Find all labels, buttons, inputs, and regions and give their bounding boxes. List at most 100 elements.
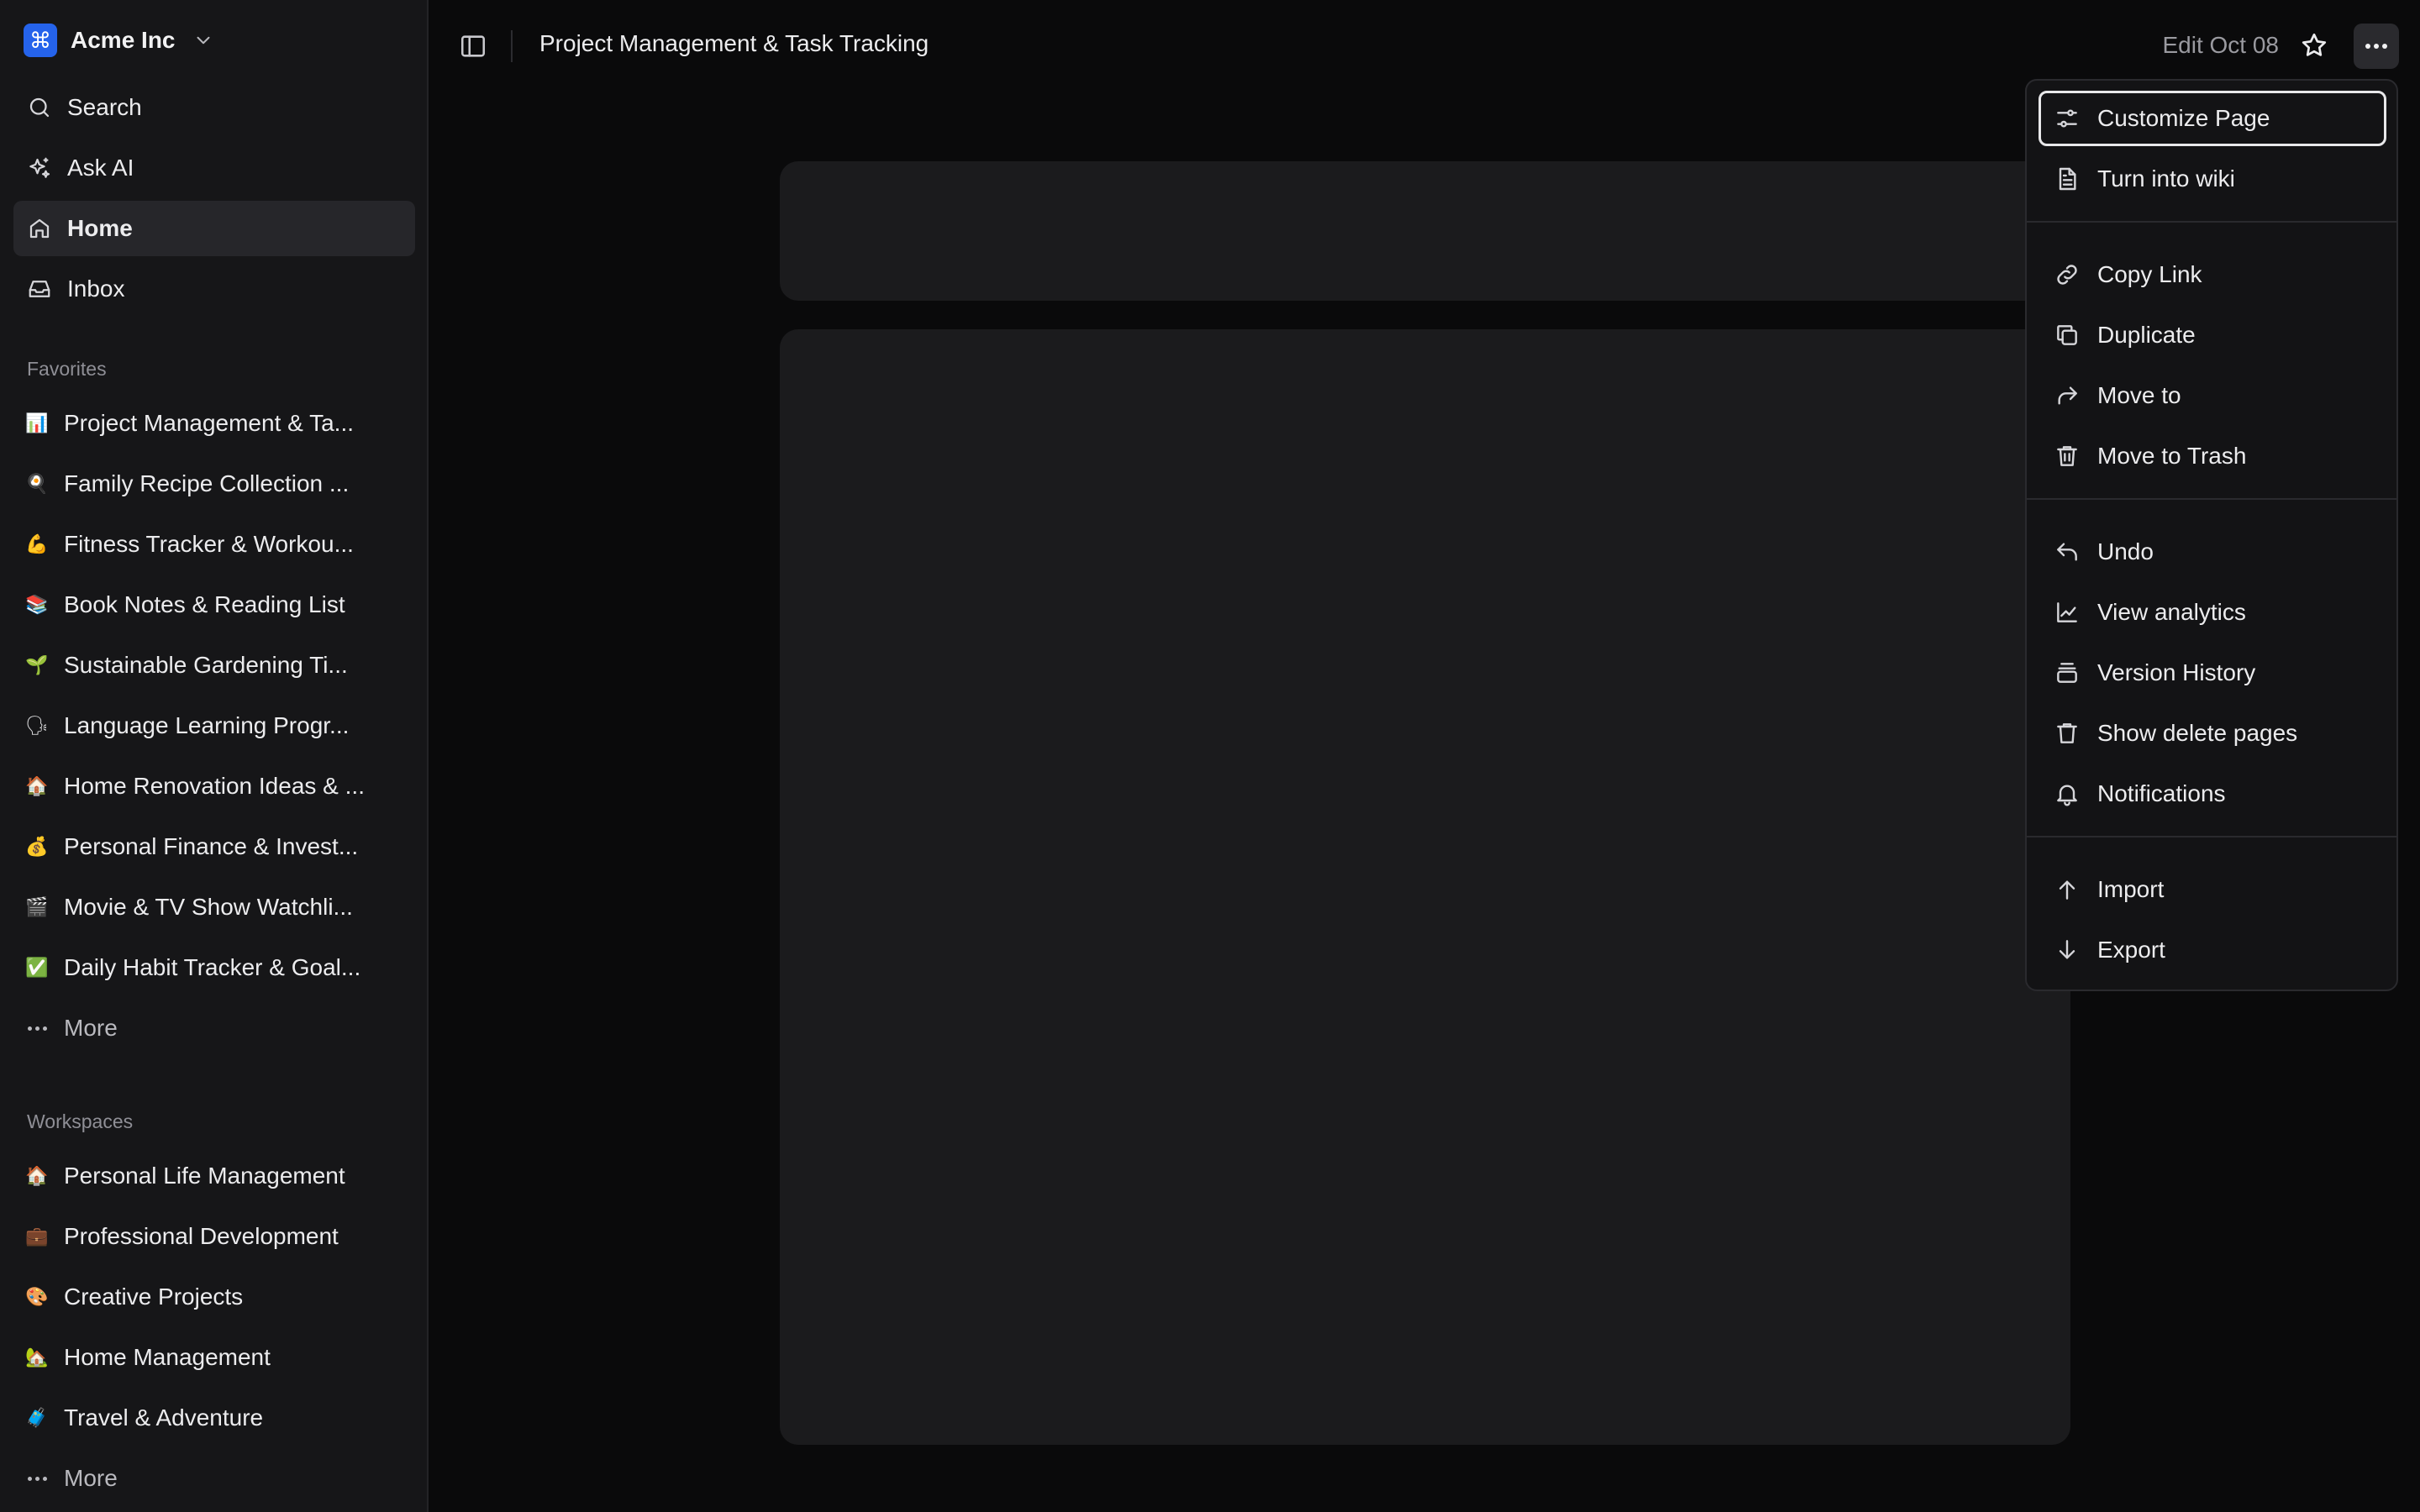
arrow-up-icon [2059, 880, 2075, 900]
favorites-heading: Favorites [27, 358, 107, 380]
menu-item-duplicate[interactable]: Duplicate [2039, 307, 2386, 363]
workspace-emoji-icon: 🎨 [25, 1286, 49, 1308]
sidebar-inbox-label: Inbox [67, 276, 125, 302]
menu-item-turn-into-wiki[interactable]: Turn into wiki [2039, 151, 2386, 207]
workspace-item[interactable]: 💼 Professional Development [13, 1211, 415, 1262]
page-emoji-icon: 📊 [25, 412, 49, 434]
workspace-label: Professional Development [64, 1223, 339, 1249]
menu-item-label: Turn into wiki [2097, 165, 2235, 192]
page-emoji-icon: 🍳 [25, 473, 49, 495]
workspace-emoji-icon: 💼 [25, 1226, 49, 1247]
favorite-item[interactable]: 🍳 Family Recipe Collection ... [13, 459, 415, 509]
inbox-icon [29, 281, 50, 297]
favorite-label: Sustainable Gardening Ti... [64, 652, 348, 678]
menu-item-label: Move to Trash [2097, 443, 2247, 469]
favorite-item[interactable]: 📊 Project Management & Ta... [13, 398, 415, 449]
sidebar-home-label: Home [67, 215, 133, 241]
favorite-item[interactable]: 🎬 Movie & TV Show Watchli... [13, 882, 415, 932]
menu-separator [2027, 836, 2396, 837]
workspace-item[interactable]: 🏠 Personal Life Management [13, 1151, 415, 1201]
menu-item-show-delete-pages[interactable]: Show delete pages [2039, 706, 2386, 761]
sidebar-ask-ai-label: Ask AI [67, 155, 134, 181]
workspaces-heading: Workspaces [27, 1110, 134, 1132]
menu-item-copy-link[interactable]: Copy Link [2039, 247, 2386, 302]
copy-icon [2057, 325, 2077, 345]
menu-item-move-to-trash[interactable]: Move to Trash [2039, 428, 2386, 484]
menu-separator [2027, 221, 2396, 223]
chevron-down-icon [197, 36, 209, 45]
trash-icon [2057, 446, 2077, 466]
menu-item-label: Show delete pages [2097, 720, 2298, 746]
sidebar-inbox[interactable]: Inbox [13, 261, 415, 317]
undo-icon [2057, 543, 2077, 561]
more-options-button[interactable] [2354, 24, 2399, 69]
menu-item-view-analytics[interactable]: View analytics [2039, 585, 2386, 640]
menu-item-label: Copy Link [2097, 261, 2202, 287]
workspace-item[interactable]: 🏡 Home Management [13, 1332, 415, 1383]
menu-item-customize-page[interactable]: Customize Page [2039, 91, 2386, 146]
page-emoji-icon: 💪 [25, 533, 49, 555]
workspace-label: Creative Projects [64, 1284, 244, 1310]
sidebar-search[interactable]: Search [13, 80, 415, 135]
more-horizontal-icon [25, 1476, 49, 1481]
sidebar-home[interactable]: Home [13, 201, 415, 256]
menu-item-version-history[interactable]: Version History [2039, 645, 2386, 701]
page-emoji-icon: 🎬 [25, 896, 49, 918]
bell-icon [2057, 785, 2077, 806]
page-options-menu: Customize Page Turn into wiki Copy Link … [2025, 79, 2398, 991]
favorite-label: Personal Finance & Invest... [64, 833, 359, 859]
favorite-label: Family Recipe Collection ... [64, 470, 350, 496]
file-text-icon [2059, 167, 2076, 191]
favorite-item[interactable]: 💪 Fitness Tracker & Workou... [13, 519, 415, 570]
menu-item-label: Customize Page [2097, 105, 2270, 131]
menu-item-undo[interactable]: Undo [2039, 524, 2386, 580]
menu-item-label: Undo [2097, 538, 2154, 564]
menu-item-move-to[interactable]: Move to [2039, 368, 2386, 423]
sidebar-ask-ai[interactable]: Ask AI [13, 140, 415, 196]
page-emoji-icon: 🏠 [25, 775, 49, 797]
sliders-icon [2057, 109, 2077, 128]
workspaces-more[interactable]: More [13, 1453, 415, 1504]
last-edited-label: Edit Oct 08 [2162, 32, 2279, 58]
page-emoji-icon: 📚 [25, 594, 49, 616]
favorite-label: Language Learning Progr... [64, 712, 350, 738]
workspace-emoji-icon: 🏡 [25, 1347, 49, 1368]
favorite-label: Fitness Tracker & Workou... [64, 531, 354, 557]
favorite-item[interactable]: ✅ Daily Habit Tracker & Goal... [13, 942, 415, 993]
favorites-more[interactable]: More [13, 1003, 415, 1053]
workspace-item[interactable]: 🧳 Travel & Adventure [13, 1393, 415, 1443]
favorite-item[interactable]: 📚 Book Notes & Reading List [13, 580, 415, 630]
menu-item-notifications[interactable]: Notifications [2039, 766, 2386, 822]
menu-item-label: Version History [2097, 659, 2256, 685]
menu-item-export[interactable]: Export [2039, 922, 2386, 978]
menu-item-import[interactable]: Import [2039, 862, 2386, 917]
topbar-divider [511, 30, 513, 62]
more-horizontal-icon [2365, 44, 2388, 49]
content-placeholder-body [780, 329, 2070, 1445]
favorite-item[interactable]: 🗣 Language Learning Progr... [13, 701, 415, 751]
workspace-logo-icon: ⌘ [24, 24, 57, 57]
corner-up-right-icon [2058, 386, 2077, 405]
sidebar-toggle-icon[interactable] [459, 32, 487, 60]
arrow-down-icon [2059, 940, 2075, 959]
favorite-item[interactable]: 💰 Personal Finance & Invest... [13, 822, 415, 872]
sidebar-search-label: Search [67, 94, 142, 120]
content-placeholder-header [780, 161, 2070, 301]
favorite-label: Daily Habit Tracker & Goal... [64, 954, 361, 980]
favorite-item[interactable]: 🌱 Sustainable Gardening Ti... [13, 640, 415, 690]
star-icon[interactable] [2299, 30, 2329, 60]
workspace-item[interactable]: 🎨 Creative Projects [13, 1272, 415, 1322]
workspaces-more-label: More [64, 1465, 118, 1491]
trash-outline-icon [2057, 723, 2077, 743]
workspace-emoji-icon: 🧳 [25, 1407, 49, 1429]
workspace-label: Home Management [64, 1344, 271, 1370]
sidebar: ⌘ Acme Inc Search Ask AI Home Inbox Favo… [0, 0, 429, 1512]
page-emoji-icon: 🌱 [25, 654, 49, 676]
home-icon [29, 218, 50, 239]
menu-item-label: Duplicate [2097, 322, 2196, 348]
workspace-emoji-icon: 🏠 [25, 1165, 49, 1187]
favorite-item[interactable]: 🏠 Home Renovation Ideas & ... [13, 761, 415, 811]
workspace-switcher[interactable]: ⌘ Acme Inc [24, 24, 214, 57]
line-chart-icon [2057, 602, 2077, 622]
search-icon [29, 97, 50, 118]
